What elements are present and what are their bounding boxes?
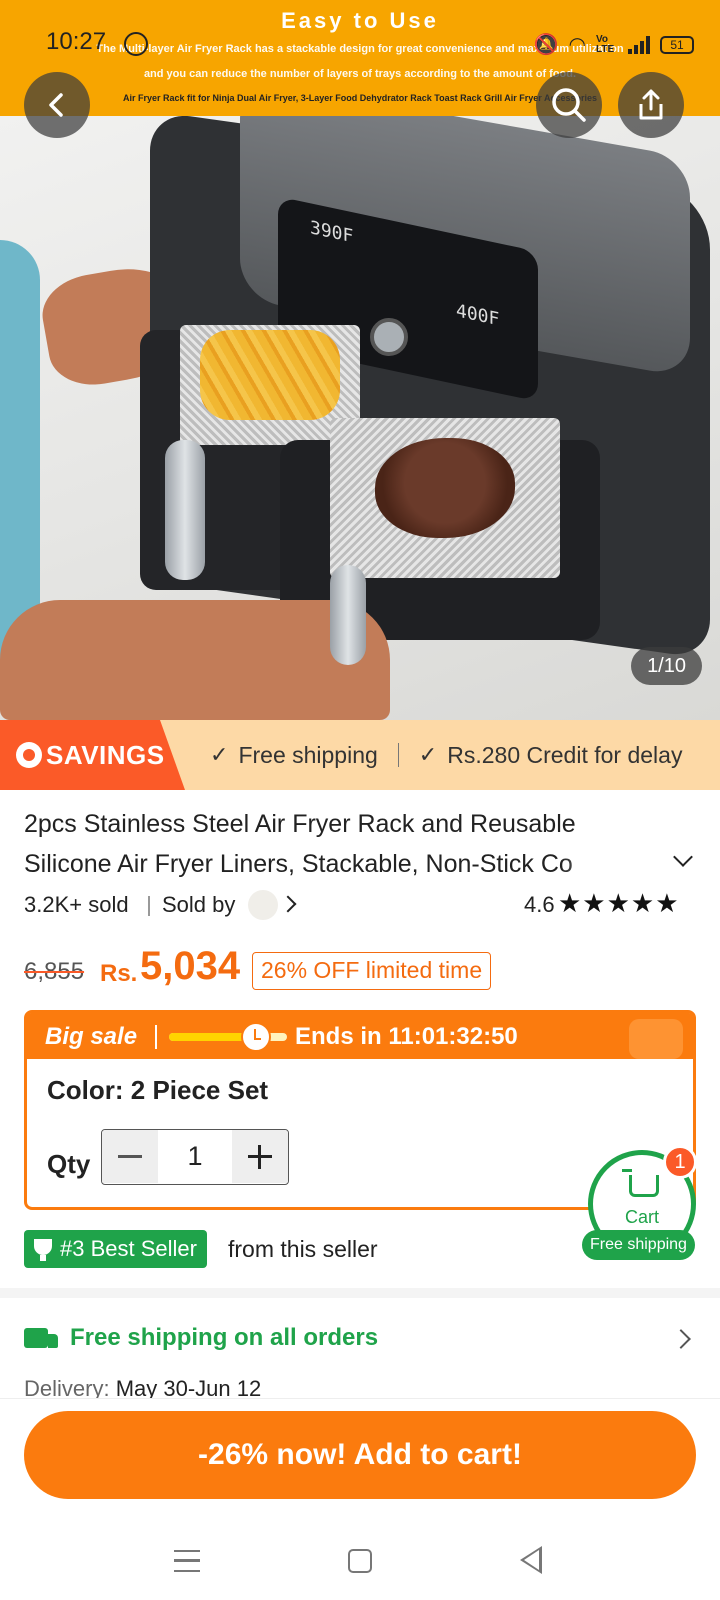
drawer-handle-left — [165, 440, 205, 580]
whatsapp-icon — [124, 32, 148, 56]
system-nav-bar — [0, 1528, 720, 1600]
currency: Rs. — [100, 960, 138, 987]
section-divider — [0, 1288, 720, 1298]
bottom-action-bar: -26% now! Add to cart! — [0, 1398, 720, 1528]
back-button[interactable] — [24, 72, 90, 138]
chevron-right-icon — [671, 1329, 691, 1349]
current-price: 5,034 — [140, 944, 241, 988]
savings-free-shipping: Free shipping — [238, 741, 378, 768]
product-image-carousel[interactable]: 390F 400F Easy to Use The Multi-layer Ai… — [0, 0, 720, 720]
check-icon: ✓ — [210, 742, 229, 767]
product-meta: 3.2K+ sold Sold by 4.6 ★★★★★ — [24, 888, 696, 920]
back-triangle-icon[interactable] — [520, 1546, 542, 1574]
sold-by-label[interactable]: Sold by — [162, 892, 235, 918]
qty-label: Qty — [47, 1149, 91, 1179]
big-sale-label: Big sale — [45, 1023, 138, 1050]
decrease-qty-button[interactable] — [102, 1130, 158, 1183]
home-icon[interactable] — [348, 1549, 372, 1573]
wifi-icon: ◠ — [568, 34, 586, 56]
drawer-handle-right — [330, 565, 366, 665]
search-button[interactable] — [536, 72, 602, 138]
divider — [148, 896, 150, 916]
banner-text-3: Air Fryer Rack fit for Ninja Dual Air Fr… — [123, 93, 597, 103]
coupon-decoration-icon — [629, 1019, 683, 1059]
selected-color[interactable]: Color: 2 Piece Set — [47, 1075, 268, 1106]
person-sleeve — [0, 240, 40, 660]
chevron-right-icon[interactable] — [279, 895, 297, 913]
network-label: Vo LTE — [596, 33, 615, 55]
best-seller-suffix: from this seller — [228, 1236, 378, 1262]
quantity-stepper: 1 — [101, 1129, 289, 1185]
original-price: 6,855 — [24, 958, 85, 985]
status-time: 10:27 — [46, 28, 107, 55]
divider — [155, 1025, 157, 1049]
chevron-left-icon — [49, 93, 63, 117]
delivery-value: May 30-Jun 12 — [115, 1376, 262, 1398]
truck-icon — [24, 1328, 58, 1348]
fries — [200, 330, 340, 420]
savings-items: ✓ Free shipping ✓ Rs.280 Credit for dela… — [210, 720, 682, 790]
best-seller-badge[interactable]: #3 Best Seller — [24, 1230, 207, 1268]
add-to-cart-button[interactable]: -26% now! Add to cart! — [24, 1411, 696, 1499]
shipping-row[interactable]: Free shipping on all orders — [24, 1322, 696, 1358]
battery-icon: 51 — [660, 35, 694, 54]
shipping-headline: Free shipping on all orders — [70, 1324, 379, 1351]
trophy-icon — [34, 1239, 52, 1261]
cart-icon — [622, 1169, 659, 1197]
savings-credit: Rs.280 Credit for delay — [447, 741, 683, 768]
search-icon — [552, 88, 586, 122]
big-sale-header: Big sale Ends in 11:01:32:50 — [27, 1013, 693, 1059]
status-bar: 10:27 🔕 ◠ Vo LTE 51 — [0, 28, 720, 60]
cart-label: Cart — [624, 1207, 659, 1227]
share-icon — [639, 89, 663, 120]
sale-countdown: Ends in 11:01:32:50 — [295, 1023, 518, 1050]
image-counter: 1/10 — [631, 647, 702, 685]
share-button[interactable] — [618, 72, 684, 138]
seller-logo[interactable] — [248, 890, 278, 920]
clock-icon — [241, 1022, 271, 1052]
rating-value: 4.6 — [524, 892, 555, 917]
temperature-display-right: 400F — [456, 300, 500, 331]
banner-text-2: and you can reduce the number of layers … — [143, 68, 577, 80]
savings-strip[interactable]: SAVINGS ✓ Free shipping ✓ Rs.280 Credit … — [0, 720, 720, 790]
title-fade — [560, 844, 670, 884]
discount-badge: 26% OFF limited time — [252, 952, 492, 990]
divider — [397, 743, 399, 767]
menu-icon[interactable] — [174, 1550, 200, 1572]
temperature-display-left: 390F — [310, 217, 354, 248]
savings-label: SAVINGS — [46, 740, 165, 770]
sold-count: 3.2K+ sold — [24, 892, 129, 917]
star-rating[interactable]: ★★★★★ — [558, 888, 680, 919]
mute-icon: 🔕 — [533, 34, 559, 56]
check-icon: ✓ — [418, 742, 438, 767]
signal-icon — [628, 35, 650, 54]
savings-tag: SAVINGS — [0, 720, 185, 790]
chevron-down-icon[interactable] — [673, 847, 693, 867]
steak — [375, 438, 515, 538]
cart-badge: 1 — [663, 1145, 697, 1179]
air-fryer-knob — [370, 318, 408, 356]
qty-value[interactable]: 1 — [158, 1130, 232, 1183]
savings-icon — [16, 742, 42, 768]
delivery-label: Delivery: — [24, 1376, 110, 1398]
best-seller-label: #3 Best Seller — [60, 1236, 197, 1261]
increase-qty-button[interactable] — [232, 1130, 288, 1183]
price-row: 6,855 Rs. 5,034 26% OFF limited time — [24, 944, 696, 996]
cart-free-shipping[interactable]: Free shipping — [582, 1230, 695, 1260]
status-icons: 🔕 ◠ Vo LTE 51 — [534, 32, 694, 57]
delivery-estimate: Delivery: May 30-Jun 12 — [24, 1376, 261, 1398]
